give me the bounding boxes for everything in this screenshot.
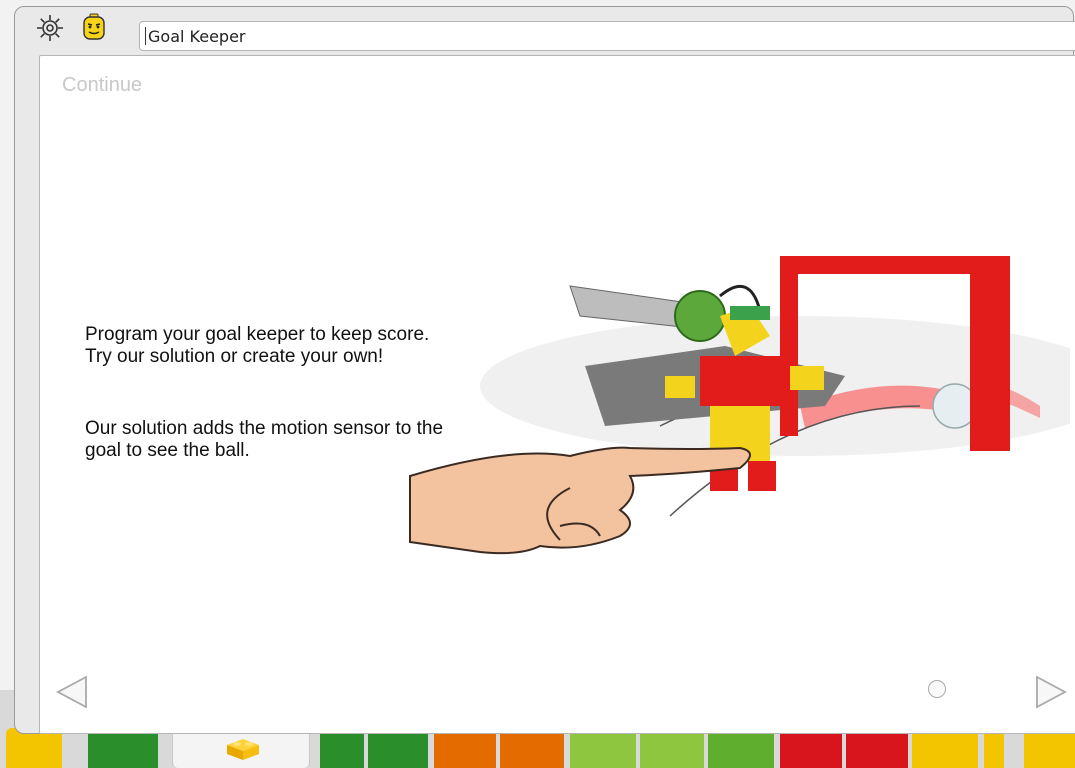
lego-brick-icon	[227, 739, 259, 760]
circle-dot-icon[interactable]	[928, 680, 946, 698]
minifig-face-icon[interactable]	[79, 13, 109, 43]
lesson-page: Continue Program your goal keeper to kee…	[39, 55, 1075, 734]
palette-block-light[interactable]	[434, 728, 496, 768]
palette-block-start[interactable]	[6, 728, 62, 768]
palette-block-display[interactable]	[570, 728, 636, 768]
palette-block-wait[interactable]	[912, 728, 978, 768]
content-window: Goal Keeper Continue Program your goal k…	[14, 6, 1075, 734]
gear-icon[interactable]	[35, 13, 65, 43]
palette-block-sensor-2[interactable]	[846, 728, 908, 768]
palette-block-display-2[interactable]	[640, 728, 704, 768]
palette-block-display-3[interactable]	[708, 728, 774, 768]
triangle-right-icon[interactable]	[1033, 674, 1069, 710]
palette-block-motor-2[interactable]	[320, 728, 364, 768]
palette-block-sensor[interactable]	[780, 728, 842, 768]
section-label: Continue	[62, 74, 143, 96]
palette-block-wait-2[interactable]	[984, 728, 1004, 768]
palette-tab-bricks[interactable]	[172, 728, 310, 768]
palette-block-motor-3[interactable]	[368, 728, 428, 768]
project-title-field[interactable]: Goal Keeper	[139, 21, 1075, 51]
palette-block-loop[interactable]	[1024, 728, 1075, 768]
goal-keeper-illustration	[409, 256, 1070, 555]
palette-block-sound[interactable]	[500, 728, 564, 768]
palette-block-motor[interactable]	[88, 728, 158, 768]
triangle-left-icon[interactable]	[54, 674, 90, 710]
